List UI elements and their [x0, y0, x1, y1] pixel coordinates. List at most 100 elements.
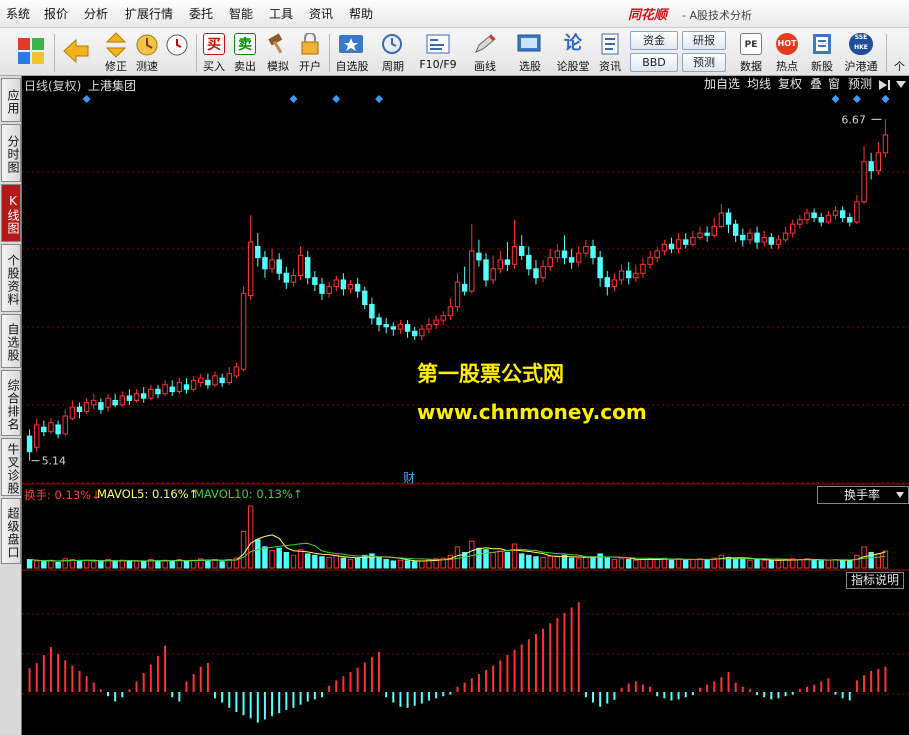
candle-body [390, 326, 397, 330]
fix-button[interactable]: 修正 [100, 30, 132, 74]
candle-body [590, 246, 596, 259]
volume-bar [761, 559, 767, 569]
volume-bar [647, 558, 653, 569]
ipo-button[interactable]: 新股 [806, 30, 838, 74]
menu-help[interactable]: 帮助 [349, 5, 373, 22]
side-tab-diagnose[interactable]: 牛叉诊股 [1, 438, 21, 496]
play-end-icon[interactable] [878, 79, 892, 91]
side-tab-profile[interactable]: 个股资料 [1, 244, 21, 312]
overlay-button[interactable]: 叠 [810, 76, 822, 93]
candle-body [633, 272, 639, 279]
toolbar: 修正 测速 买 买入 卖 卖出 模拟 开户 自选股 周期 F10/F9 画线 选… [0, 28, 909, 76]
volume-bar [775, 559, 782, 569]
menu-smart[interactable]: 智能 [229, 5, 253, 22]
period-button[interactable]: 周期 [374, 30, 412, 74]
candle-body [747, 232, 753, 241]
draw-line-button[interactable]: 画线 [465, 30, 505, 74]
adjust-button[interactable]: 复权 [778, 76, 802, 93]
forecast-button[interactable]: 预测 [682, 53, 726, 72]
candle-body [162, 384, 168, 395]
watchlist-label: 自选股 [335, 60, 369, 73]
chart-period-title[interactable]: 日线(复权) [24, 77, 81, 94]
window-button[interactable]: 窗 [828, 76, 840, 93]
menu-trade[interactable]: 委托 [189, 5, 213, 22]
candle-body [725, 212, 732, 225]
side-tab-ranking[interactable]: 综合排名 [1, 370, 21, 436]
menu-analysis[interactable]: 分析 [84, 5, 108, 22]
hk-connect-button[interactable]: SSE HKE 沪港通 [840, 30, 882, 74]
side-tab-kline[interactable]: K线图 [1, 184, 21, 242]
menu-extended[interactable]: 扩展行情 [125, 5, 173, 22]
menu-tools[interactable]: 工具 [269, 5, 293, 22]
candle-body [797, 219, 803, 225]
candle-body [504, 259, 511, 265]
side-tab-watchlist[interactable]: 自选股 [1, 314, 21, 368]
side-tab-label: 综合排名 [6, 378, 20, 431]
candle-body [854, 201, 860, 223]
volume-bar [740, 559, 746, 569]
indicator-select[interactable]: 换手率 [817, 486, 909, 504]
bbd-button[interactable]: BBD [630, 53, 678, 72]
candle-body [148, 388, 154, 399]
windows-logo-button[interactable] [14, 30, 48, 74]
menu-info[interactable]: 资讯 [309, 5, 333, 22]
candle-body [640, 263, 646, 274]
candle-body [654, 250, 660, 259]
candle-body [683, 239, 689, 245]
candle-body [290, 275, 297, 283]
side-tab-orderbook[interactable]: 超级盘口 [1, 498, 21, 564]
f10-button[interactable]: F10/F9 [414, 30, 462, 74]
event-markers [82, 95, 890, 103]
toolbar-separator [196, 34, 197, 72]
research-button[interactable]: 研报 [682, 31, 726, 50]
buy-button[interactable]: 买 买入 [200, 30, 228, 74]
candle-body [41, 426, 47, 433]
speed-test-button[interactable]: 测速 [132, 30, 162, 74]
financial-report-badge[interactable]: 财 [403, 469, 415, 486]
menu-quote[interactable]: 报价 [44, 5, 68, 22]
add-watchlist-button[interactable]: 加自选 [704, 76, 740, 93]
candle-body [247, 241, 254, 297]
news-icon [601, 33, 619, 55]
event-marker-diamond [881, 95, 890, 103]
ma-button[interactable]: 均线 [747, 76, 771, 93]
candle-body [126, 395, 133, 401]
volume-bar [190, 559, 197, 569]
news-button[interactable]: 资讯 [593, 30, 627, 74]
volume-header: 换手: 0.13%↓ MAVOL5: 0.16%↑ MAVOL10: 0.13%… [22, 486, 909, 504]
candle-body [98, 402, 104, 410]
forecast-chart-button[interactable]: 预测 [848, 76, 872, 93]
menu-system[interactable]: 系统 [6, 5, 30, 22]
simulate-button[interactable]: 模拟 [263, 30, 293, 74]
clock-button[interactable] [162, 30, 192, 74]
candle-body [369, 304, 375, 319]
forum-button[interactable]: 论 论股堂 [555, 30, 591, 74]
toolbar-overflow-button[interactable]: 个 [890, 30, 909, 74]
chevron-down-icon[interactable] [896, 81, 906, 89]
side-tab-intraday[interactable]: 分时图 [1, 124, 21, 182]
volume-bar [312, 554, 318, 569]
toolbar-separator [54, 34, 55, 72]
chart-header: 日线(复权) 上港集团 加自选 均线 复权 叠 窗 预测 [22, 76, 909, 94]
sell-label: 卖出 [234, 60, 256, 73]
sell-button[interactable]: 卖 卖出 [231, 30, 259, 74]
indicator-help-button[interactable]: 指标说明 [846, 572, 904, 589]
fund-flow-button[interactable]: 资金 [630, 31, 678, 50]
speed-label: 测速 [136, 60, 158, 73]
candle-body [419, 328, 425, 337]
candle-body [411, 330, 418, 337]
candle-body [761, 237, 767, 243]
open-account-button[interactable]: 开户 [295, 30, 325, 74]
candle-body [754, 232, 760, 243]
back-button[interactable] [60, 30, 92, 74]
volume-bar [390, 560, 397, 569]
sell-icon: 卖 [234, 33, 256, 55]
side-tab-apps[interactable]: 应用 [1, 78, 21, 122]
volume-bar [604, 557, 610, 569]
candle-body [169, 386, 175, 392]
watchlist-button[interactable]: 自选股 [332, 30, 372, 74]
stock-screen-button[interactable]: 选股 [508, 30, 552, 74]
candle-body [397, 324, 404, 330]
hot-button[interactable]: HOT 热点 [770, 30, 804, 74]
data-button[interactable]: PE 数据 [734, 30, 768, 74]
